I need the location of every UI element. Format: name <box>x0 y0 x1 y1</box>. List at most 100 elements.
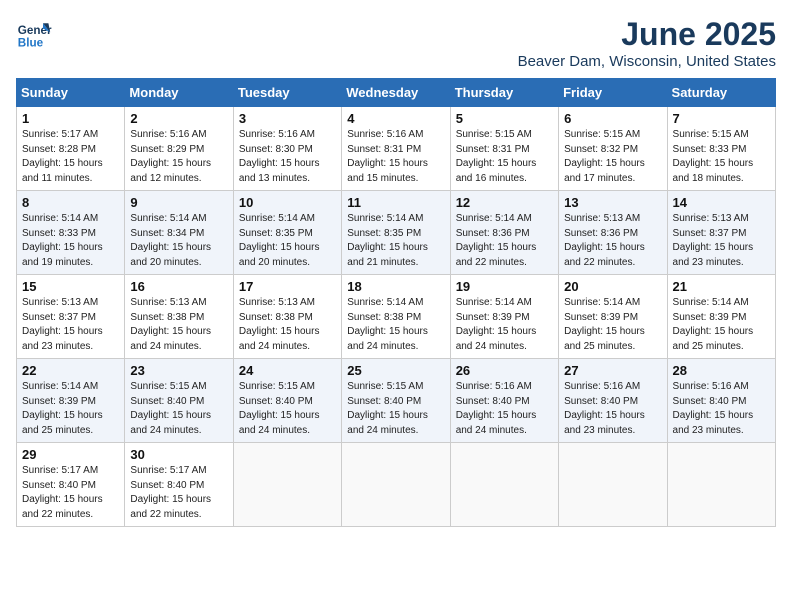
calendar-day-cell: 27 Sunrise: 5:16 AMSunset: 8:40 PMDayligh… <box>559 359 667 443</box>
calendar-day-cell: 29Sunrise: 5:17 AMSunset: 8:40 PMDayligh… <box>17 443 125 527</box>
day-number: 3 <box>239 111 336 126</box>
day-number: 13 <box>564 195 661 210</box>
calendar-week-row: 29 Sunrise: 5:17 AMSunset: 8:40 PMDayligh… <box>17 443 776 527</box>
day-info: Sunrise: 5:16 AMSunset: 8:40 PMDaylight:… <box>456 380 553 438</box>
main-title: June 2025 <box>518 16 776 53</box>
day-info: Sunrise: 5:13 AMSunset: 8:37 PMDaylight:… <box>22 296 119 354</box>
day-info: Sunrise: 5:13 AMSunset: 8:38 PMDaylight:… <box>130 296 227 354</box>
logo: General Blue <box>16 16 52 52</box>
day-info: Sunrise: 5:17 AMSunset: 8:28 PMDaylight:… <box>22 128 119 186</box>
day-info: Sunrise: 5:15 AMSunset: 8:33 PMDaylight:… <box>673 128 770 186</box>
calendar-day-cell: 25 Sunrise: 5:15 AMSunset: 8:40 PMDayligh… <box>342 359 450 443</box>
calendar-day-cell: 20 Sunrise: 5:14 AMSunset: 8:39 PMDayligh… <box>559 275 667 359</box>
day-number: 29 <box>22 447 119 462</box>
page-header: General Blue June 2025 Beaver Dam, Wisco… <box>16 16 776 70</box>
calendar-table: SundayMondayTuesdayWednesdayThursdayFrid… <box>16 78 776 527</box>
day-info: Sunrise: 5:14 AMSunset: 8:39 PMDaylight:… <box>22 380 119 438</box>
calendar-day-cell: 7 Sunrise: 5:15 AMSunset: 8:33 PMDaylight… <box>667 107 775 191</box>
day-info: Sunrise: 5:14 AMSunset: 8:39 PMDaylight:… <box>673 296 770 354</box>
empty-cell <box>667 443 775 527</box>
weekday-header-tuesday: Tuesday <box>233 79 341 107</box>
calendar-day-cell: 26 Sunrise: 5:16 AMSunset: 8:40 PMDayligh… <box>450 359 558 443</box>
calendar-week-row: 8 Sunrise: 5:14 AMSunset: 8:33 PMDaylight… <box>17 191 776 275</box>
calendar-day-cell: 30Sunrise: 5:17 AMSunset: 8:40 PMDayligh… <box>125 443 233 527</box>
calendar-day-cell: 2 Sunrise: 5:16 AMSunset: 8:29 PMDaylight… <box>125 107 233 191</box>
calendar-day-cell: 15 Sunrise: 5:13 AMSunset: 8:37 PMDayligh… <box>17 275 125 359</box>
day-number: 18 <box>347 279 444 294</box>
day-info: Sunrise: 5:14 AMSunset: 8:34 PMDaylight:… <box>130 212 227 270</box>
day-info: Sunrise: 5:14 AMSunset: 8:39 PMDaylight:… <box>564 296 661 354</box>
day-number: 14 <box>673 195 770 210</box>
calendar-day-cell: 10Sunrise: 5:14 AMSunset: 8:35 PMDayligh… <box>233 191 341 275</box>
day-info: Sunrise: 5:13 AMSunset: 8:37 PMDaylight:… <box>673 212 770 270</box>
day-number: 25 <box>347 363 444 378</box>
calendar-day-cell: 28Sunrise: 5:16 AMSunset: 8:40 PMDayligh… <box>667 359 775 443</box>
calendar-week-row: 15 Sunrise: 5:13 AMSunset: 8:37 PMDayligh… <box>17 275 776 359</box>
calendar-day-cell: 9Sunrise: 5:14 AMSunset: 8:34 PMDaylight… <box>125 191 233 275</box>
day-number: 8 <box>22 195 119 210</box>
day-info: Sunrise: 5:14 AMSunset: 8:35 PMDaylight:… <box>239 212 336 270</box>
day-info: Sunrise: 5:16 AMSunset: 8:29 PMDaylight:… <box>130 128 227 186</box>
svg-text:Blue: Blue <box>18 37 44 50</box>
weekday-header-wednesday: Wednesday <box>342 79 450 107</box>
weekday-header-monday: Monday <box>125 79 233 107</box>
day-info: Sunrise: 5:16 AMSunset: 8:30 PMDaylight:… <box>239 128 336 186</box>
day-info: Sunrise: 5:14 AMSunset: 8:39 PMDaylight:… <box>456 296 553 354</box>
calendar-day-cell: 3 Sunrise: 5:16 AMSunset: 8:30 PMDaylight… <box>233 107 341 191</box>
weekday-header-saturday: Saturday <box>667 79 775 107</box>
calendar-header-row: SundayMondayTuesdayWednesdayThursdayFrid… <box>17 79 776 107</box>
empty-cell <box>559 443 667 527</box>
day-info: Sunrise: 5:14 AMSunset: 8:33 PMDaylight:… <box>22 212 119 270</box>
day-number: 17 <box>239 279 336 294</box>
day-number: 26 <box>456 363 553 378</box>
weekday-header-sunday: Sunday <box>17 79 125 107</box>
calendar-day-cell: 21 Sunrise: 5:14 AMSunset: 8:39 PMDayligh… <box>667 275 775 359</box>
day-number: 5 <box>456 111 553 126</box>
calendar-week-row: 22Sunrise: 5:14 AMSunset: 8:39 PMDayligh… <box>17 359 776 443</box>
day-number: 11 <box>347 195 444 210</box>
day-info: Sunrise: 5:14 AMSunset: 8:35 PMDaylight:… <box>347 212 444 270</box>
calendar-day-cell: 8 Sunrise: 5:14 AMSunset: 8:33 PMDaylight… <box>17 191 125 275</box>
empty-cell <box>342 443 450 527</box>
calendar-day-cell: 1 Sunrise: 5:17 AMSunset: 8:28 PMDaylight… <box>17 107 125 191</box>
day-info: Sunrise: 5:14 AMSunset: 8:38 PMDaylight:… <box>347 296 444 354</box>
calendar-day-cell: 5Sunrise: 5:15 AMSunset: 8:31 PMDaylight… <box>450 107 558 191</box>
subtitle: Beaver Dam, Wisconsin, United States <box>518 53 776 70</box>
calendar-week-row: 1 Sunrise: 5:17 AMSunset: 8:28 PMDaylight… <box>17 107 776 191</box>
calendar-day-cell: 11 Sunrise: 5:14 AMSunset: 8:35 PMDayligh… <box>342 191 450 275</box>
day-number: 27 <box>564 363 661 378</box>
day-number: 2 <box>130 111 227 126</box>
day-number: 1 <box>22 111 119 126</box>
day-number: 12 <box>456 195 553 210</box>
day-info: Sunrise: 5:14 AMSunset: 8:36 PMDaylight:… <box>456 212 553 270</box>
day-info: Sunrise: 5:13 AMSunset: 8:38 PMDaylight:… <box>239 296 336 354</box>
day-number: 16 <box>130 279 227 294</box>
weekday-header-thursday: Thursday <box>450 79 558 107</box>
calendar-day-cell: 14 Sunrise: 5:13 AMSunset: 8:37 PMDayligh… <box>667 191 775 275</box>
day-info: Sunrise: 5:16 AMSunset: 8:40 PMDaylight:… <box>564 380 661 438</box>
day-info: Sunrise: 5:16 AMSunset: 8:40 PMDaylight:… <box>673 380 770 438</box>
calendar-day-cell: 24 Sunrise: 5:15 AMSunset: 8:40 PMDayligh… <box>233 359 341 443</box>
calendar-day-cell: 13 Sunrise: 5:13 AMSunset: 8:36 PMDayligh… <box>559 191 667 275</box>
calendar-day-cell: 12 Sunrise: 5:14 AMSunset: 8:36 PMDayligh… <box>450 191 558 275</box>
calendar-day-cell: 18 Sunrise: 5:14 AMSunset: 8:38 PMDayligh… <box>342 275 450 359</box>
day-info: Sunrise: 5:15 AMSunset: 8:40 PMDaylight:… <box>239 380 336 438</box>
day-number: 4 <box>347 111 444 126</box>
empty-cell <box>233 443 341 527</box>
calendar-day-cell: 17 Sunrise: 5:13 AMSunset: 8:38 PMDayligh… <box>233 275 341 359</box>
day-number: 15 <box>22 279 119 294</box>
day-number: 21 <box>673 279 770 294</box>
day-number: 24 <box>239 363 336 378</box>
day-info: Sunrise: 5:15 AMSunset: 8:40 PMDaylight:… <box>347 380 444 438</box>
day-number: 6 <box>564 111 661 126</box>
title-block: June 2025 Beaver Dam, Wisconsin, United … <box>518 16 776 70</box>
calendar-day-cell: 23Sunrise: 5:15 AMSunset: 8:40 PMDayligh… <box>125 359 233 443</box>
day-number: 20 <box>564 279 661 294</box>
calendar-day-cell: 19Sunrise: 5:14 AMSunset: 8:39 PMDayligh… <box>450 275 558 359</box>
day-number: 7 <box>673 111 770 126</box>
calendar-day-cell: 4Sunrise: 5:16 AMSunset: 8:31 PMDaylight… <box>342 107 450 191</box>
day-info: Sunrise: 5:15 AMSunset: 8:40 PMDaylight:… <box>130 380 227 438</box>
day-info: Sunrise: 5:13 AMSunset: 8:36 PMDaylight:… <box>564 212 661 270</box>
day-info: Sunrise: 5:17 AMSunset: 8:40 PMDaylight:… <box>130 464 227 522</box>
empty-cell <box>450 443 558 527</box>
